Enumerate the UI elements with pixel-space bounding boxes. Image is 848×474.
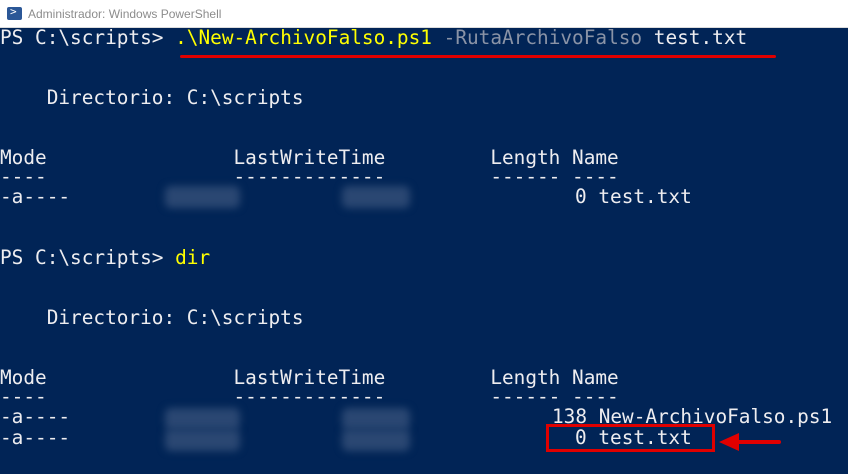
command-line-1: PS C:\scripts> .\New-ArchivoFalso.ps1 -R… — [0, 27, 747, 49]
table-separator: ---- ------------- ------ ---- — [0, 385, 619, 408]
redacted-time — [342, 186, 410, 208]
annotation-highlight-box — [546, 424, 715, 452]
annotation-arrow-head-icon — [719, 433, 739, 451]
table-row-tail: 0 test.txt — [575, 185, 692, 208]
annotation-arrow-icon — [735, 440, 781, 444]
table-row-mode: -a---- — [0, 405, 71, 428]
redacted-time — [342, 429, 410, 451]
parameter-value: test.txt — [642, 26, 748, 49]
prompt: PS C:\scripts> — [0, 26, 176, 49]
window-titlebar[interactable]: Administrador: Windows PowerShell — [0, 0, 848, 28]
directory-label: Directorio: C:\scripts — [0, 86, 304, 109]
command-line-2: PS C:\scripts> dir — [0, 247, 210, 269]
dir-command: dir — [175, 246, 211, 269]
table-row-mode: -a---- — [0, 185, 71, 208]
prompt: PS C:\scripts> — [0, 246, 176, 269]
annotation-underline — [180, 55, 776, 58]
parameter-name: -RutaArchivoFalso — [431, 26, 643, 49]
redacted-date — [165, 186, 240, 208]
table-separator: ---- ------------- ------ ---- — [0, 165, 619, 188]
script-name: .\New-ArchivoFalso.ps1 — [175, 26, 432, 49]
console-output[interactable]: PS C:\scripts> .\New-ArchivoFalso.ps1 -R… — [0, 27, 848, 474]
redacted-time — [342, 408, 410, 430]
redacted-date — [165, 429, 240, 451]
directory-label: Directorio: C:\scripts — [0, 306, 304, 329]
table-row-mode: -a---- — [0, 426, 71, 449]
powershell-icon — [7, 5, 22, 20]
window-title: Administrador: Windows PowerShell — [28, 6, 222, 21]
redacted-date — [165, 408, 240, 430]
